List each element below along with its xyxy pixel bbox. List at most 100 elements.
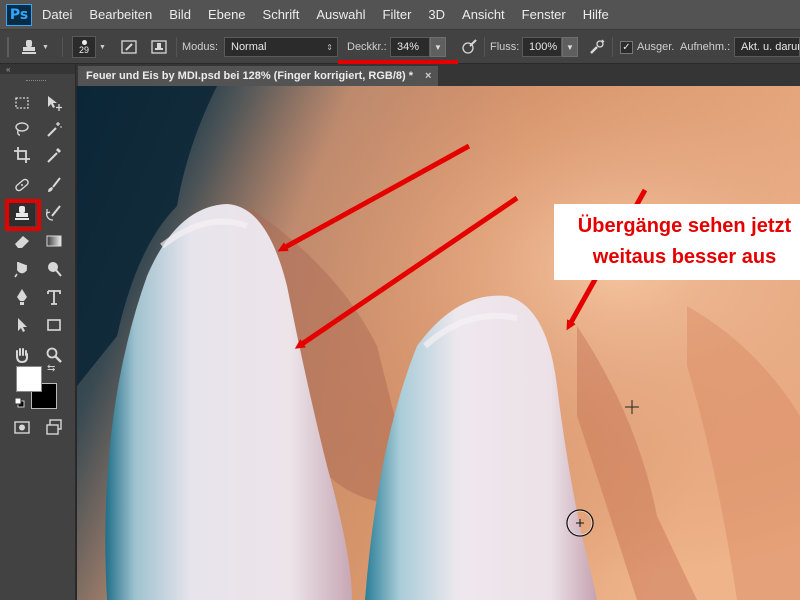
history-brush-icon (45, 204, 63, 225)
toggle-brush-panel-button[interactable] (118, 36, 140, 58)
aligned-checkbox-group[interactable]: ✓ Ausger. (620, 36, 674, 58)
document-tab[interactable]: Feuer und Eis by MDI.psd bei 128% (Finge… (78, 66, 438, 86)
lasso-tool[interactable] (9, 118, 35, 142)
gradient-tool[interactable] (41, 230, 67, 254)
mode-label: Modus: (182, 41, 219, 53)
type-icon (45, 288, 63, 309)
opacity-label: Deckkr.: (347, 41, 387, 53)
document-canvas[interactable]: Übergänge sehen jetzt weitaus besser aus (77, 86, 800, 600)
eyedropper-icon (45, 146, 63, 167)
photoshop-logo-icon: Ps (6, 3, 32, 26)
quick-mask-button[interactable] (9, 416, 35, 440)
marquee-icon (13, 94, 31, 115)
document-tab-strip: Feuer und Eis by MDI.psd bei 128% (Finge… (76, 64, 800, 86)
crop-tool[interactable] (9, 144, 35, 168)
airbrush-button[interactable] (586, 36, 608, 58)
lasso-icon (13, 120, 31, 141)
menu-ansicht[interactable]: Ansicht (462, 7, 505, 22)
aligned-label: Ausger. (637, 41, 675, 53)
annotation-line-2: weitaus besser aus (592, 246, 777, 268)
shape-icon (45, 316, 63, 337)
move-icon (45, 94, 63, 115)
foreground-color-swatch[interactable] (16, 366, 42, 392)
annotation-callout: Übergänge sehen jetzt weitaus besser aus (554, 204, 800, 280)
gradient-icon (45, 232, 63, 253)
brush-tool[interactable] (41, 174, 67, 198)
menu-bild[interactable]: Bild (169, 7, 191, 22)
document-title: Feuer und Eis by MDI.psd bei 128% (Finge… (86, 70, 414, 82)
healing-brush-tool[interactable] (9, 174, 35, 198)
menu-filter[interactable]: Filter (383, 7, 412, 22)
brush-icon (45, 176, 63, 197)
photo-fingers (77, 86, 800, 600)
quick-mask-icon (13, 418, 31, 439)
hand-tool[interactable] (9, 344, 35, 368)
shape-tool[interactable] (41, 314, 67, 338)
marquee-tool[interactable] (9, 92, 35, 116)
tool-preset-picker[interactable]: ▼ (18, 36, 49, 58)
sample-select[interactable]: Akt. u. darun (734, 36, 800, 58)
clone-stamp-highlight-frame (5, 199, 41, 231)
eraser-tool[interactable] (9, 230, 35, 254)
type-tool[interactable] (41, 286, 67, 310)
tools-panel-header[interactable]: « (0, 64, 75, 74)
flow-label: Fluss: (490, 41, 520, 53)
magic-wand-icon (45, 120, 63, 141)
opacity-input[interactable]: 34% (390, 37, 430, 57)
history-brush-tool[interactable] (41, 202, 67, 226)
screen-mode-icon (45, 418, 63, 439)
toggle-clone-source-button[interactable] (148, 36, 170, 58)
menu-bar: Ps Datei Bearbeiten Bild Ebene Schrift A… (0, 0, 800, 30)
options-bar: ▼ 29 ▼ Modus: Normal ⇕ Deckkr.: 34% ▼ Fl… (0, 30, 800, 97)
menu-datei[interactable]: Datei (42, 7, 72, 22)
close-icon[interactable]: × (425, 70, 431, 82)
clone-source-icon (148, 36, 170, 58)
pen-tool[interactable] (9, 286, 35, 310)
path-selection-tool[interactable] (9, 314, 35, 338)
sample-value: Akt. u. darun (741, 41, 800, 53)
sample-label: Aufnehm.: (680, 41, 731, 53)
options-grip (6, 36, 10, 58)
blur-icon (13, 260, 31, 281)
brush-preset-picker[interactable]: 29 ▼ (72, 36, 106, 58)
crop-icon (13, 146, 31, 167)
pen-icon (13, 288, 31, 309)
flow-dropdown-button[interactable]: ▼ (562, 37, 578, 57)
menu-hilfe[interactable]: Hilfe (583, 7, 609, 22)
panel-grip (26, 80, 46, 82)
brush-panel-icon (118, 36, 140, 58)
dodge-tool[interactable] (41, 258, 67, 282)
brush-size: 29 (78, 44, 89, 55)
mode-value: Normal (231, 41, 267, 53)
menu-bearbeiten[interactable]: Bearbeiten (89, 7, 152, 22)
mode-select[interactable]: Normal ⇕ (224, 36, 338, 58)
menu-ebene[interactable]: Ebene (208, 7, 246, 22)
annotation-line-1: Übergänge sehen jetzt (577, 215, 792, 237)
airbrush-opacity-pressure-button[interactable] (458, 36, 480, 58)
flow-input[interactable]: 100% (522, 37, 562, 57)
collapse-icon[interactable]: « (6, 65, 10, 74)
opacity-input-group: 34% ▼ (390, 36, 446, 58)
tools-panel: « ⇆ (0, 64, 76, 600)
hand-icon (13, 346, 31, 367)
blur-tool[interactable] (9, 258, 35, 282)
menu-auswahl[interactable]: Auswahl (316, 7, 365, 22)
swap-colors-icon[interactable]: ⇆ (47, 363, 55, 374)
menu-fenster[interactable]: Fenster (522, 7, 566, 22)
clone-stamp-icon (18, 36, 40, 58)
eraser-icon (13, 232, 31, 253)
updown-arrows-icon: ⇕ (326, 42, 333, 52)
move-tool[interactable] (41, 92, 67, 116)
flow-input-group: 100% ▼ (522, 36, 578, 58)
opacity-dropdown-button[interactable]: ▼ (430, 37, 446, 57)
default-colors-icon[interactable] (14, 397, 25, 408)
path-selection-icon (13, 316, 31, 337)
aligned-checkbox[interactable]: ✓ (620, 40, 633, 54)
magic-wand-tool[interactable] (41, 118, 67, 142)
menu-3d[interactable]: 3D (428, 7, 445, 22)
screen-mode-button[interactable] (41, 416, 67, 440)
menu-schrift[interactable]: Schrift (263, 7, 300, 22)
dodge-icon (45, 260, 63, 281)
eyedropper-tool[interactable] (41, 144, 67, 168)
airbrush-icon (586, 36, 608, 58)
